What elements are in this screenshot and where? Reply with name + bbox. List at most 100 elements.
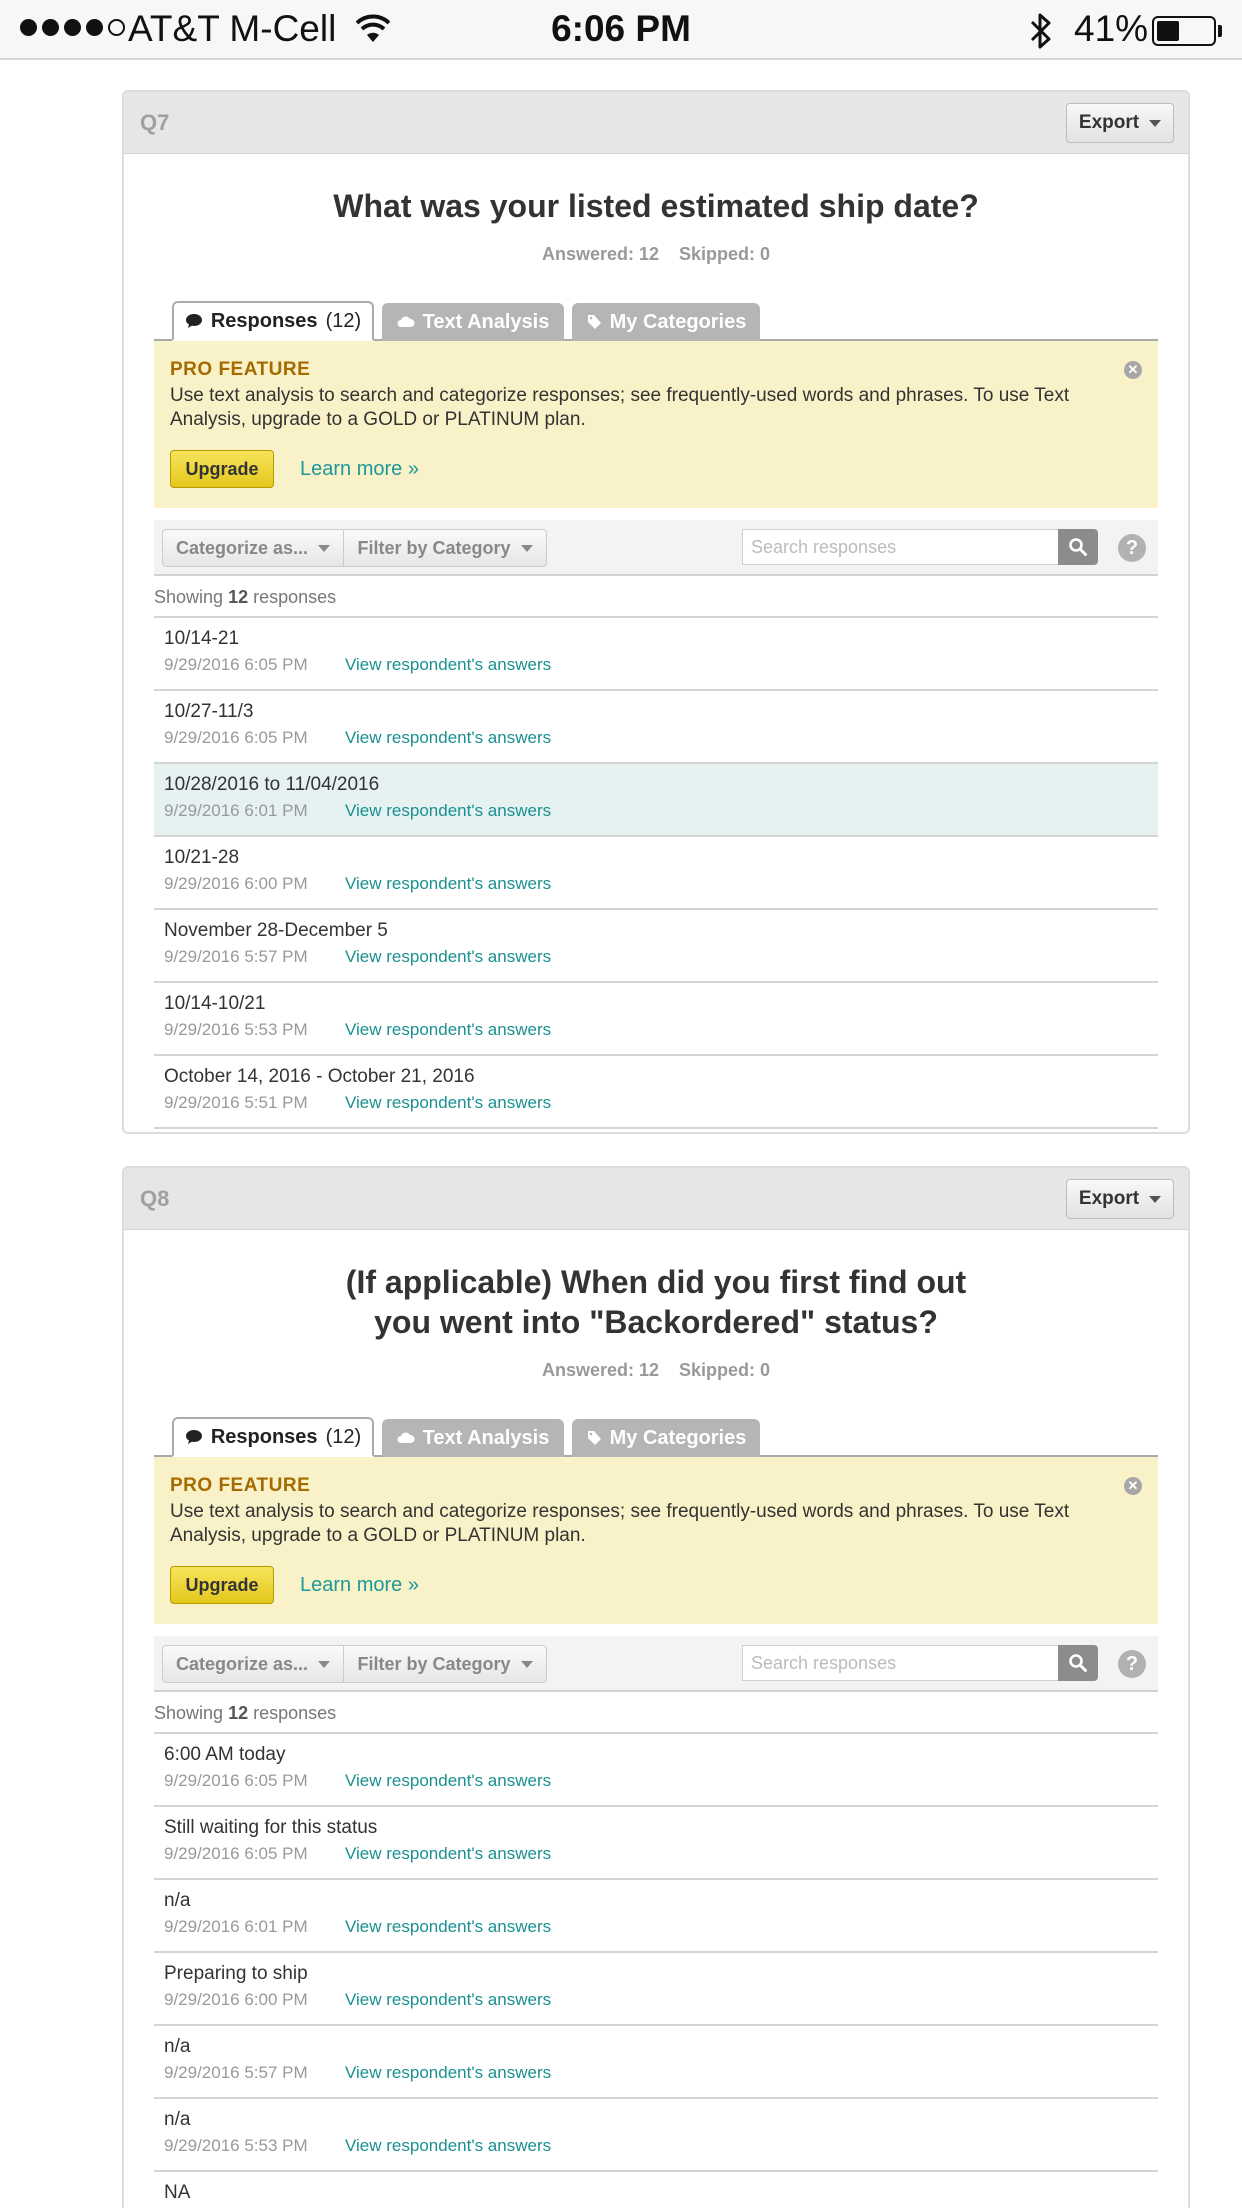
search-button[interactable] xyxy=(1058,529,1098,565)
view-respondent-link[interactable]: View respondent's answers xyxy=(345,873,551,895)
pro-feature-actions: Upgrade Learn more » xyxy=(170,1566,1142,1604)
speech-bubble-icon xyxy=(185,1430,202,1444)
question-number: Q7 xyxy=(140,110,170,135)
search-input[interactable] xyxy=(742,1645,1058,1681)
chevron-down-icon xyxy=(318,1660,331,1668)
response-text: 6:00 AM today xyxy=(164,1744,286,1765)
answered-count: Answered: 12 xyxy=(541,1360,659,1380)
question-title-line: you went into "Backordered" status? xyxy=(374,1304,938,1340)
upgrade-button[interactable]: Upgrade xyxy=(170,450,274,488)
question-title-line: (If applicable) When did you first find … xyxy=(345,1264,967,1300)
tab-responses[interactable]: Responses (12) xyxy=(172,1417,374,1457)
showing-suffix: responses xyxy=(253,587,337,607)
tab-my-categories-label: My Categories xyxy=(609,1426,747,1449)
filter-category-dropdown[interactable]: Filter by Category xyxy=(343,529,547,567)
tab-responses[interactable]: Responses (12) xyxy=(172,301,374,341)
export-label: Export xyxy=(1078,1188,1140,1209)
showing-count: 12 xyxy=(228,1703,249,1723)
help-icon[interactable]: ? xyxy=(1118,534,1146,562)
response-date: 9/29/2016 6:01 PM xyxy=(164,1917,308,1936)
help-icon[interactable]: ? xyxy=(1118,1650,1146,1678)
view-respondent-link[interactable]: View respondent's answers xyxy=(345,2062,551,2084)
question-stats: Answered: 12 Skipped: 0 xyxy=(124,244,1188,265)
response-text: n/a xyxy=(164,2109,191,2130)
pro-feature-text: Use text analysis to search and categori… xyxy=(170,1501,1070,1546)
question-title: (If applicable) When did you first find … xyxy=(124,1262,1188,1342)
learn-more-link[interactable]: Learn more » xyxy=(300,458,419,481)
speech-bubble-icon xyxy=(185,314,202,328)
response-text: October 14, 2016 - October 21, 2016 xyxy=(164,1066,475,1087)
view-respondent-link[interactable]: View respondent's answers xyxy=(345,1770,551,1792)
view-respondent-link[interactable]: View respondent's answers xyxy=(345,727,551,749)
tab-my-categories-label: My Categories xyxy=(609,310,747,333)
cloud-icon xyxy=(397,1432,415,1443)
tab-text-analysis-label: Text Analysis xyxy=(422,1426,550,1449)
categorize-dropdown[interactable]: Categorize as... xyxy=(162,529,344,567)
response-date: 9/29/2016 6:00 PM xyxy=(164,874,308,893)
response-tabs: Responses (12) Text Analysis My Categori… xyxy=(154,301,1158,341)
battery-percentage: 41% xyxy=(1074,8,1149,49)
response-date: 9/29/2016 5:57 PM xyxy=(164,2063,308,2082)
response-text: NA xyxy=(164,2182,191,2203)
pro-feature-title: PRO FEATURE xyxy=(170,359,311,380)
filter-category-dropdown[interactable]: Filter by Category xyxy=(343,1645,547,1683)
question-stats: Answered: 12 Skipped: 0 xyxy=(124,1360,1188,1381)
list-item: 10/14-10/21 9/29/2016 5:53 PM View respon… xyxy=(154,983,1158,1056)
list-item: 10/14-21 9/29/2016 6:05 PM View responden… xyxy=(154,618,1158,691)
categorize-dropdown[interactable]: Categorize as... xyxy=(162,1645,344,1683)
skipped-count: Skipped: 0 xyxy=(679,244,771,264)
categorize-label: Categorize as... xyxy=(175,537,309,558)
tag-icon xyxy=(587,1431,601,1445)
question-header: Q7 Export xyxy=(124,92,1188,154)
list-item: 10/21-28 9/29/2016 6:00 PM View responden… xyxy=(154,837,1158,910)
response-toolbar: Categorize as... Filter by Category ? xyxy=(154,1636,1158,1692)
response-date: 9/29/2016 5:53 PM xyxy=(164,1020,308,1039)
chevron-down-icon xyxy=(520,1660,533,1668)
view-respondent-link[interactable]: View respondent's answers xyxy=(345,654,551,676)
view-respondent-link[interactable]: View respondent's answers xyxy=(345,1019,551,1041)
export-button[interactable]: Export xyxy=(1066,1179,1174,1219)
filter-label: Filter by Category xyxy=(357,1653,511,1674)
close-icon[interactable]: ✕ xyxy=(1124,1477,1142,1495)
question-number: Q8 xyxy=(140,1186,170,1211)
search-input[interactable] xyxy=(742,529,1058,565)
view-respondent-link[interactable]: View respondent's answers xyxy=(345,1843,551,1865)
view-respondent-link[interactable]: View respondent's answers xyxy=(345,2135,551,2157)
view-respondent-link[interactable]: View respondent's answers xyxy=(345,1916,551,1938)
learn-more-link[interactable]: Learn more » xyxy=(300,1574,419,1597)
response-text: 10/21-28 xyxy=(164,847,240,868)
view-respondent-link[interactable]: View respondent's answers xyxy=(345,1092,551,1114)
tab-my-categories[interactable]: My Categories xyxy=(572,1419,760,1457)
upgrade-button[interactable]: Upgrade xyxy=(170,1566,274,1604)
chevron-down-icon xyxy=(520,544,533,552)
close-icon[interactable]: ✕ xyxy=(1124,361,1142,379)
list-item: n/a 9/29/2016 5:57 PM View respondent's a… xyxy=(154,2026,1158,2099)
battery-level-fill xyxy=(1157,21,1179,41)
cloud-icon xyxy=(397,316,415,327)
status-bar: AT&T M-Cell 6:06 PM 41% xyxy=(0,0,1242,60)
tab-my-categories[interactable]: My Categories xyxy=(572,303,760,341)
view-respondent-link[interactable]: View respondent's answers xyxy=(345,1989,551,2011)
view-respondent-link[interactable]: View respondent's answers xyxy=(345,800,551,822)
chevron-down-icon xyxy=(318,544,331,552)
showing-prefix: Showing xyxy=(154,587,224,607)
view-respondent-link[interactable]: View respondent's answers xyxy=(345,946,551,968)
answered-count: Answered: 12 xyxy=(541,244,659,264)
question-header: Q8 Export xyxy=(124,1168,1188,1230)
tab-responses-label: Responses xyxy=(210,1425,318,1448)
battery-icon xyxy=(1152,16,1216,46)
showing-count-text: Showing 12 responses xyxy=(154,576,1158,618)
export-label: Export xyxy=(1078,112,1140,133)
export-button[interactable]: Export xyxy=(1066,103,1174,143)
response-date: 9/29/2016 6:01 PM xyxy=(164,801,308,820)
tab-responses-count: (12) xyxy=(325,309,362,332)
pro-feature-title: PRO FEATURE xyxy=(170,1475,311,1496)
response-text: 10/28/2016 to 11/04/2016 xyxy=(164,774,380,795)
tab-text-analysis[interactable]: Text Analysis xyxy=(382,1419,564,1457)
search-button[interactable] xyxy=(1058,1645,1098,1681)
response-tabs: Responses (12) Text Analysis My Categori… xyxy=(154,1417,1158,1457)
tab-text-analysis[interactable]: Text Analysis xyxy=(382,303,564,341)
response-text: 10/27-11/3 xyxy=(164,701,254,722)
tab-responses-count: (12) xyxy=(325,1425,362,1448)
tab-text-analysis-label: Text Analysis xyxy=(422,310,550,333)
